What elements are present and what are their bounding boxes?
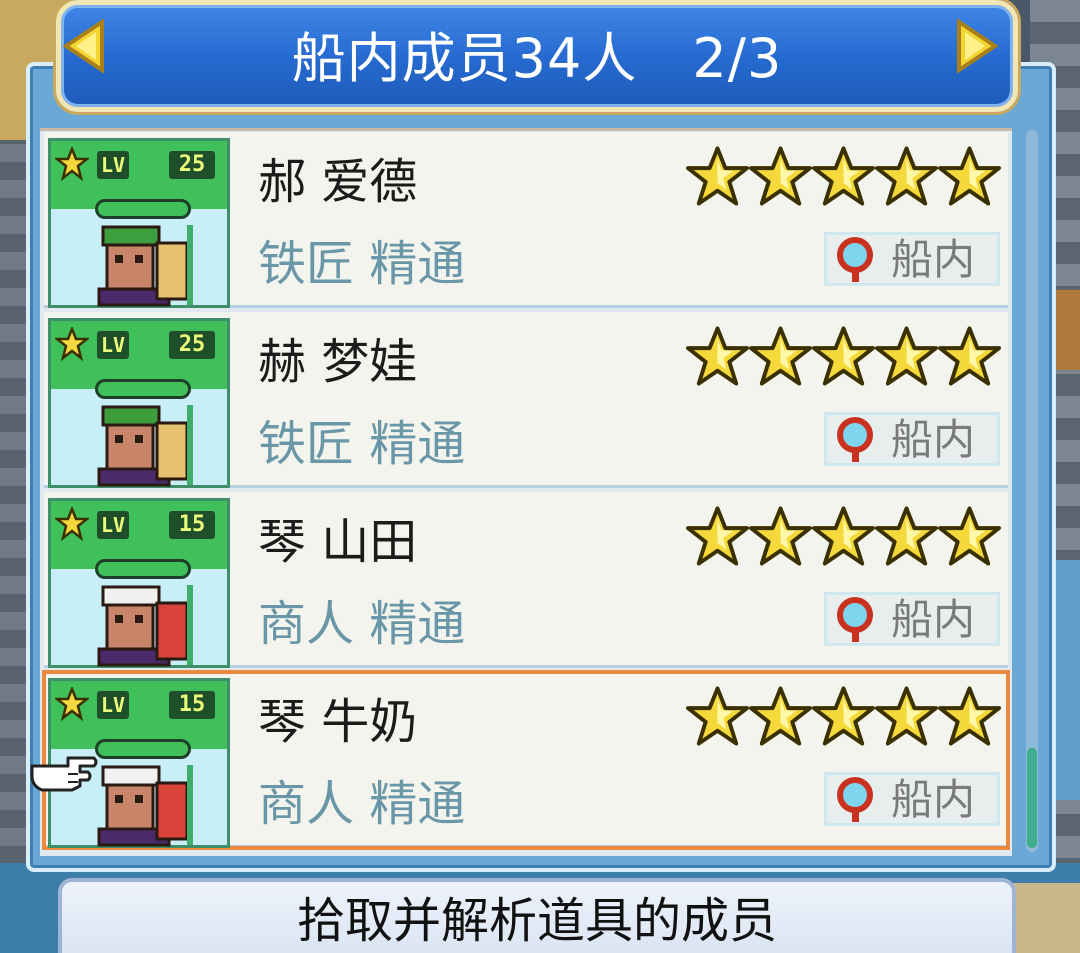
- crew-portrait: LV 25: [48, 138, 230, 308]
- location-badge: 船内: [824, 772, 1000, 826]
- star-icon: [875, 324, 938, 392]
- crew-role: 商人 精通: [258, 596, 466, 652]
- crew-row[interactable]: LV 25 赫 梦娃 铁匠 精通 船内: [44, 312, 1008, 488]
- star-icon: [938, 684, 1001, 752]
- crew-sprite-icon: [97, 585, 193, 667]
- crew-role: 铁匠 精通: [258, 236, 466, 292]
- level-value: 25: [169, 331, 215, 359]
- hp-bar: [95, 379, 191, 399]
- star-icon: [875, 144, 938, 212]
- star-icon: [875, 684, 938, 752]
- rating-stars: [686, 504, 1002, 572]
- star-badge-icon: [55, 147, 89, 181]
- crew-name: 赫 梦娃: [258, 334, 418, 390]
- star-icon: [812, 684, 875, 752]
- crew-portrait: LV 15: [48, 498, 230, 668]
- star-icon: [749, 324, 812, 392]
- level-value: 15: [169, 691, 215, 719]
- location-badge: 船内: [824, 412, 1000, 466]
- caption-text: 拾取并解析道具的成员: [296, 893, 777, 949]
- crew-sprite-icon: [97, 405, 193, 487]
- hp-bar: [95, 739, 191, 759]
- star-icon: [812, 504, 875, 572]
- page-title: 船内成员34人 2/3: [291, 27, 783, 90]
- location-text: 船内: [891, 235, 976, 284]
- star-icon: [686, 324, 749, 392]
- star-badge-icon: [55, 507, 89, 541]
- star-icon: [812, 324, 875, 392]
- crew-sprite-icon: [97, 225, 193, 307]
- star-icon: [875, 504, 938, 572]
- star-icon: [749, 504, 812, 572]
- crew-name: 郝 爱德: [258, 154, 418, 210]
- scrollbar-track[interactable]: [1026, 130, 1038, 852]
- crew-row[interactable]: LV 15 琴 山田 商人 精通 船内: [44, 492, 1008, 668]
- rating-stars: [686, 324, 1002, 392]
- crew-portrait: LV 25: [48, 318, 230, 488]
- star-icon: [938, 504, 1001, 572]
- hp-bar: [95, 559, 191, 579]
- star-icon: [686, 684, 749, 752]
- star-icon: [938, 144, 1001, 212]
- magnifier-icon: [837, 417, 873, 462]
- star-icon: [686, 144, 749, 212]
- location-badge: 船内: [824, 592, 1000, 646]
- scrollbar-thumb[interactable]: [1027, 748, 1037, 848]
- crew-role: 铁匠 精通: [258, 416, 466, 472]
- crew-name: 琴 牛奶: [258, 694, 418, 750]
- next-page-button[interactable]: [955, 18, 999, 74]
- crew-role: 商人 精通: [258, 776, 466, 832]
- level-label: LV: [97, 511, 130, 539]
- star-icon: [686, 504, 749, 572]
- crew-name: 琴 山田: [258, 514, 418, 570]
- header-banner: 船内成员34人 2/3: [56, 0, 1018, 112]
- prev-page-button[interactable]: [62, 18, 106, 74]
- level-value: 15: [169, 511, 215, 539]
- rating-stars: [686, 684, 1002, 752]
- star-icon: [938, 324, 1001, 392]
- level-label: LV: [97, 151, 130, 179]
- hp-bar: [95, 199, 191, 219]
- rating-stars: [686, 144, 1002, 212]
- location-badge: 船内: [824, 232, 1000, 286]
- level-label: LV: [97, 691, 130, 719]
- magnifier-icon: [837, 777, 873, 822]
- magnifier-icon: [837, 597, 873, 642]
- crew-sprite-icon: [97, 765, 193, 847]
- location-text: 船内: [891, 775, 976, 824]
- magnifier-icon: [837, 237, 873, 282]
- pointing-hand-icon: [30, 756, 98, 792]
- star-icon: [749, 684, 812, 752]
- crew-row[interactable]: LV 25 郝 爱德 铁匠 精通 船内: [44, 132, 1008, 308]
- level-value: 25: [169, 151, 215, 179]
- level-label: LV: [97, 331, 130, 359]
- crew-row[interactable]: LV 15 琴 牛奶 商人 精通 船内: [42, 670, 1010, 850]
- star-badge-icon: [55, 687, 89, 721]
- location-text: 船内: [891, 415, 976, 464]
- location-text: 船内: [891, 595, 976, 644]
- star-icon: [812, 144, 875, 212]
- star-badge-icon: [55, 327, 89, 361]
- star-icon: [749, 144, 812, 212]
- description-caption: 拾取并解析道具的成员: [58, 878, 1016, 953]
